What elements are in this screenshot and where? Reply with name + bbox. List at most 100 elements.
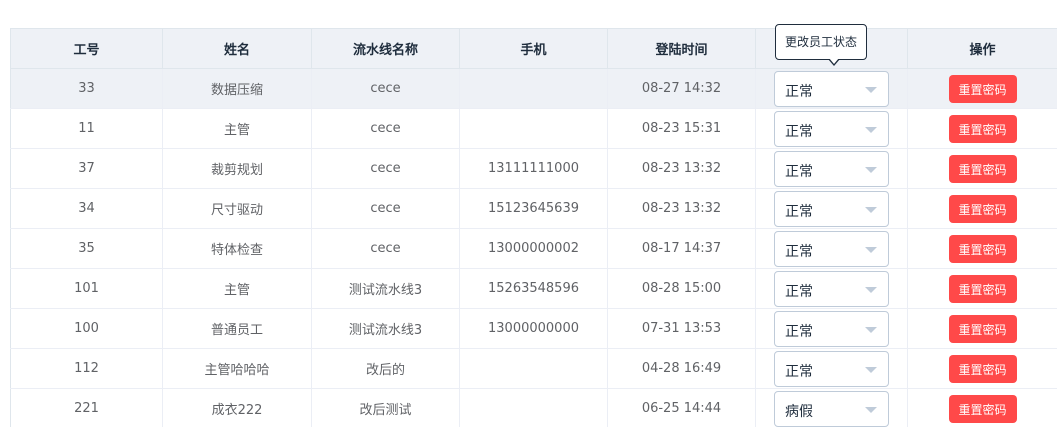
table-row: 221 成衣222 改后测试 06-25 14:44 病假 重置密码 (10, 388, 1057, 427)
cell-line-name: 改后的 (311, 348, 460, 389)
cell-name: 主管 (162, 268, 312, 309)
status-select-value: 正常 (785, 363, 813, 380)
status-select[interactable]: 正常 (774, 270, 889, 307)
table-row: 101 主管 测试流水线3 15263548596 08-28 15:00 正常 重置密码 (10, 268, 1057, 309)
chevron-down-icon (865, 246, 877, 253)
cell-employee-id: 11 (10, 108, 163, 149)
cell-line-name: 改后测试 (311, 388, 460, 427)
cell-login-time: 07-31 13:53 (607, 308, 756, 349)
cell-status: 病假 (755, 388, 908, 427)
reset-password-button[interactable]: 重置密码 (948, 114, 1017, 143)
status-select[interactable]: 正常 (774, 350, 889, 387)
cell-status: 正常 (755, 68, 908, 109)
reset-password-button[interactable]: 重置密码 (948, 274, 1017, 303)
reset-password-button[interactable]: 重置密码 (948, 314, 1017, 343)
status-select-value: 正常 (785, 83, 813, 100)
chevron-down-icon (865, 366, 877, 373)
chevron-down-icon (865, 286, 877, 293)
cell-line-name: 测试流水线3 (311, 268, 460, 309)
cell-phone: 15263548596 (459, 268, 608, 309)
cell-line-name: cece (311, 68, 460, 109)
reset-password-button[interactable]: 重置密码 (948, 234, 1017, 263)
cell-login-time: 04-28 16:49 (607, 348, 756, 389)
cell-name: 尺寸驱动 (162, 188, 312, 229)
status-select[interactable]: 正常 (774, 150, 889, 187)
cell-login-time: 08-23 15:31 (607, 108, 756, 149)
status-select-value: 正常 (785, 203, 813, 220)
header-actions: 操作 (907, 28, 1057, 69)
status-select-value: 病假 (785, 403, 813, 420)
status-select-value: 正常 (785, 283, 813, 300)
status-select[interactable]: 正常 (774, 230, 889, 267)
cell-actions: 重置密码 (907, 228, 1057, 269)
tooltip-text: 更改员工状态 (784, 35, 857, 49)
reset-password-button[interactable]: 重置密码 (948, 394, 1017, 423)
cell-employee-id: 221 (10, 388, 163, 427)
status-select-value: 正常 (785, 323, 813, 340)
chevron-down-icon (865, 206, 877, 213)
status-select-value: 正常 (785, 123, 813, 140)
status-select[interactable]: 正常 (774, 310, 889, 347)
cell-status: 正常 (755, 268, 908, 309)
status-select[interactable]: 正常 (774, 110, 889, 147)
cell-status: 正常 (755, 148, 908, 189)
chevron-down-icon (865, 86, 877, 93)
cell-login-time: 08-27 14:32 (607, 68, 756, 109)
cell-status: 正常 (755, 108, 908, 149)
cell-login-time: 08-23 13:32 (607, 148, 756, 189)
cell-name: 成衣222 (162, 388, 312, 427)
cell-status: 正常 (755, 308, 908, 349)
header-line-name: 流水线名称 (311, 28, 460, 69)
header-name: 姓名 (162, 28, 312, 69)
status-tooltip: 更改员工状态 (775, 24, 867, 66)
status-select-value: 正常 (785, 163, 813, 180)
cell-phone (459, 108, 608, 149)
cell-phone (459, 388, 608, 427)
cell-line-name: cece (311, 188, 460, 229)
reset-password-button[interactable]: 重置密码 (948, 154, 1017, 183)
table-row: 33 数据压缩 cece 08-27 14:32 正常 重置密码 (10, 68, 1057, 109)
chevron-down-icon (865, 406, 877, 413)
cell-employee-id: 33 (10, 68, 163, 109)
cell-actions: 重置密码 (907, 148, 1057, 189)
status-select-value: 正常 (785, 243, 813, 260)
header-employee-id: 工号 (10, 28, 163, 69)
cell-actions: 重置密码 (907, 388, 1057, 427)
cell-actions: 重置密码 (907, 108, 1057, 149)
cell-name: 主管 (162, 108, 312, 149)
table-row: 35 特体检查 cece 13000000002 08-17 14:37 正常 重置密码 (10, 228, 1057, 269)
status-select[interactable]: 病假 (774, 390, 889, 427)
cell-employee-id: 100 (10, 308, 163, 349)
cell-line-name: cece (311, 108, 460, 149)
status-select[interactable]: 正常 (774, 190, 889, 227)
chevron-down-icon (865, 166, 877, 173)
cell-actions: 重置密码 (907, 308, 1057, 349)
table-row: 34 尺寸驱动 cece 15123645639 08-23 13:32 正常 重置密码 (10, 188, 1057, 229)
cell-phone (459, 348, 608, 389)
cell-name: 普通员工 (162, 308, 312, 349)
reset-password-button[interactable]: 重置密码 (948, 354, 1017, 383)
cell-actions: 重置密码 (907, 68, 1057, 109)
cell-line-name: cece (311, 148, 460, 189)
cell-employee-id: 34 (10, 188, 163, 229)
cell-line-name: cece (311, 228, 460, 269)
cell-phone: 13111111000 (459, 148, 608, 189)
cell-name: 特体检查 (162, 228, 312, 269)
cell-actions: 重置密码 (907, 348, 1057, 389)
reset-password-button[interactable]: 重置密码 (948, 194, 1017, 223)
table-row: 112 主管哈哈哈 改后的 04-28 16:49 正常 重置密码 (10, 348, 1057, 389)
cell-status: 正常 (755, 348, 908, 389)
table-row: 37 裁剪规划 cece 13111111000 08-23 13:32 正常 重置密码 (10, 148, 1057, 189)
table-row: 11 主管 cece 08-23 15:31 正常 重置密码 (10, 108, 1057, 149)
status-select[interactable]: 正常 (774, 70, 889, 107)
cell-phone: 15123645639 (459, 188, 608, 229)
table-header-row: 工号 姓名 流水线名称 手机 登陆时间 操作 (10, 28, 1057, 69)
cell-phone (459, 68, 608, 109)
reset-password-button[interactable]: 重置密码 (948, 74, 1017, 103)
cell-login-time: 06-25 14:44 (607, 388, 756, 427)
cell-name: 数据压缩 (162, 68, 312, 109)
cell-login-time: 08-17 14:37 (607, 228, 756, 269)
chevron-down-icon (865, 126, 877, 133)
cell-name: 主管哈哈哈 (162, 348, 312, 389)
cell-line-name: 测试流水线3 (311, 308, 460, 349)
